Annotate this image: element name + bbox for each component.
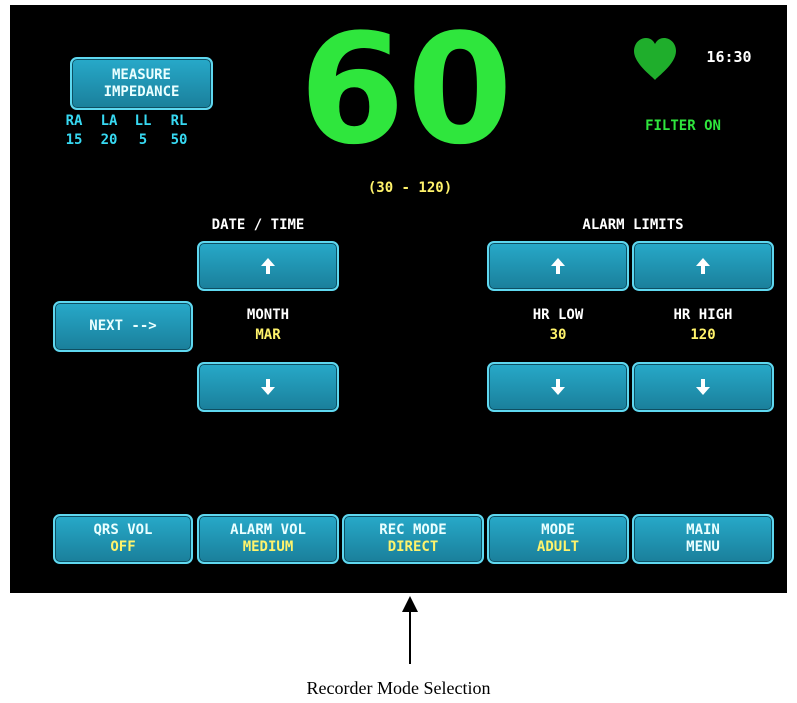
- qrs-volume-value: OFF: [110, 539, 136, 555]
- alarm-limits-title: ALARM LIMITS: [582, 217, 684, 233]
- hr-high-value: 120: [690, 327, 716, 343]
- month-down-button[interactable]: [197, 362, 339, 412]
- qrs-volume-button[interactable]: QRS VOL OFF: [53, 514, 193, 564]
- lead-ll-value: 5: [138, 132, 148, 148]
- qrs-volume-label: QRS VOL: [93, 522, 153, 538]
- patient-mode-value: ADULT: [536, 539, 580, 555]
- main-menu-label-line1: MAIN: [686, 522, 720, 538]
- recorder-mode-label: REC MODE: [379, 522, 447, 538]
- month-field-label: MONTH: [246, 307, 290, 323]
- main-menu-label-line2: MENU: [686, 539, 720, 555]
- patient-mode-button[interactable]: MODE ADULT: [487, 514, 629, 564]
- hr-low-value: 30: [549, 327, 567, 343]
- hr-low-label: HR LOW: [532, 307, 584, 323]
- hr-low-up-button[interactable]: [487, 241, 629, 291]
- measure-impedance-button[interactable]: MEASURE IMPEDANCE: [70, 57, 213, 110]
- next-button[interactable]: NEXT -->: [53, 301, 193, 352]
- heart-rate-value: 60: [299, 1, 515, 178]
- lead-rl-value: 50: [170, 132, 188, 148]
- heart-icon: [631, 36, 679, 82]
- hr-high-down-button[interactable]: [632, 362, 774, 412]
- month-up-button[interactable]: [197, 241, 339, 291]
- alarm-volume-label: ALARM VOL: [230, 522, 306, 538]
- up-arrow-icon: [696, 258, 710, 274]
- up-arrow-icon: [551, 258, 565, 274]
- measure-impedance-line2: IMPEDANCE: [103, 83, 180, 100]
- date-time-title: DATE / TIME: [211, 217, 305, 233]
- figure-caption: Recorder Mode Selection: [306, 678, 491, 698]
- clock-time: 16:30: [706, 48, 752, 66]
- hr-high-up-button[interactable]: [632, 241, 774, 291]
- filter-status: FILTER ON: [645, 118, 721, 134]
- main-menu-button[interactable]: MAIN MENU: [632, 514, 774, 564]
- monitor-screen: MEASURE IMPEDANCE RA 15 LA 20 LL 5 RL 50…: [10, 5, 787, 593]
- alarm-volume-value: MEDIUM: [242, 539, 294, 555]
- measure-impedance-line1: MEASURE: [111, 66, 171, 83]
- lead-la-label: LA: [100, 113, 118, 129]
- down-arrow-icon: [551, 379, 565, 395]
- recorder-mode-button[interactable]: REC MODE DIRECT: [342, 514, 484, 564]
- lead-la-value: 20: [100, 132, 118, 148]
- lead-rl-label: RL: [170, 113, 188, 129]
- alarm-volume-button[interactable]: ALARM VOL MEDIUM: [197, 514, 339, 564]
- next-button-label: NEXT -->: [89, 318, 157, 334]
- down-arrow-icon: [696, 379, 710, 395]
- lead-ra-label: RA: [65, 113, 83, 129]
- down-arrow-icon: [261, 379, 275, 395]
- patient-mode-label: MODE: [541, 522, 575, 538]
- up-arrow-icon: [261, 258, 275, 274]
- recorder-mode-value: DIRECT: [387, 539, 439, 555]
- heart-rate-range: (30 - 120): [367, 180, 453, 196]
- annotation-arrow-icon: [401, 596, 419, 664]
- hr-high-label: HR HIGH: [673, 307, 733, 323]
- month-field-value: MAR: [255, 327, 281, 343]
- lead-ll-label: LL: [134, 113, 152, 129]
- hr-low-down-button[interactable]: [487, 362, 629, 412]
- lead-ra-value: 15: [65, 132, 83, 148]
